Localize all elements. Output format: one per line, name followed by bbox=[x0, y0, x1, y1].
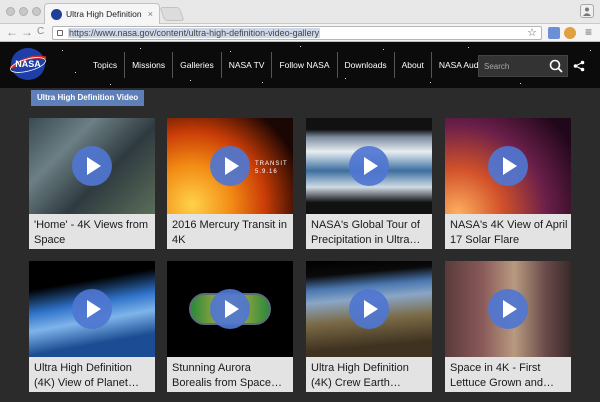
video-card[interactable]: Stunning Aurora Borealis from Space… bbox=[167, 261, 293, 392]
play-icon[interactable] bbox=[488, 289, 528, 329]
video-title[interactable]: Space in 4K - First Lettuce Grown and… bbox=[450, 361, 568, 392]
nav-galleries[interactable]: Galleries bbox=[172, 52, 221, 78]
nav-about[interactable]: About bbox=[393, 52, 431, 78]
new-tab-button[interactable] bbox=[159, 7, 185, 21]
lock-icon bbox=[57, 30, 63, 36]
play-icon[interactable] bbox=[488, 146, 528, 186]
video-card[interactable]: Space in 4K - First Lettuce Grown and… bbox=[445, 261, 571, 392]
video-card[interactable]: 'Home' - 4K Views from Space bbox=[29, 118, 155, 249]
nav-follow-nasa[interactable]: Follow NASA bbox=[271, 52, 336, 78]
play-icon[interactable] bbox=[72, 289, 112, 329]
browser-tab[interactable]: Ultra High Definition Video × bbox=[44, 3, 160, 24]
main-nav: Topics Missions Galleries NASA TV Follow… bbox=[86, 42, 510, 88]
play-icon[interactable] bbox=[349, 289, 389, 329]
profile-icon[interactable] bbox=[580, 4, 594, 18]
video-card[interactable]: TRANSIT 5.9.16 2016 Mercury Transit in 4… bbox=[167, 118, 293, 249]
video-title[interactable]: 'Home' - 4K Views from Space bbox=[34, 218, 152, 249]
nasa-favicon-icon bbox=[51, 8, 62, 20]
address-bar[interactable]: https://www.nasa.gov/content/ultra-high-… bbox=[52, 26, 542, 40]
tab-title: Ultra High Definition Video bbox=[66, 9, 144, 19]
browser-menu-icon[interactable]: ≡ bbox=[585, 25, 592, 39]
video-title[interactable]: 2016 Mercury Transit in 4K bbox=[172, 218, 290, 249]
nasa-logo[interactable]: NASA bbox=[8, 46, 48, 82]
url-text[interactable]: https://www.nasa.gov/content/ultra-high-… bbox=[68, 28, 321, 38]
site-header: NASA Topics Missions Galleries NASA TV F… bbox=[0, 42, 600, 88]
search-icon[interactable] bbox=[545, 55, 567, 77]
nav-downloads[interactable]: Downloads bbox=[336, 52, 394, 78]
play-icon[interactable] bbox=[349, 146, 389, 186]
reload-button[interactable]: C bbox=[37, 25, 44, 39]
nav-topics[interactable]: Topics bbox=[86, 52, 124, 78]
video-card[interactable]: Ultra High Definition (4K) Crew Earth… bbox=[306, 261, 432, 392]
search-box bbox=[478, 55, 568, 77]
window-close-button[interactable] bbox=[6, 7, 15, 16]
browser-tab-bar: Ultra High Definition Video × bbox=[0, 0, 600, 24]
play-icon[interactable] bbox=[210, 146, 250, 186]
video-title[interactable]: Ultra High Definition (4K) Crew Earth… bbox=[311, 361, 429, 392]
window-zoom-button[interactable] bbox=[32, 7, 41, 16]
video-title[interactable]: NASA's Global Tour of Precipitation in U… bbox=[311, 218, 429, 249]
browser-toolbar: ← → C https://www.nasa.gov/content/ultra… bbox=[0, 24, 600, 42]
page-title-badge: Ultra High Definition Video bbox=[31, 90, 145, 106]
search-input[interactable] bbox=[479, 61, 545, 71]
extension-icon[interactable] bbox=[564, 27, 576, 39]
video-title[interactable]: Stunning Aurora Borealis from Space… bbox=[172, 361, 290, 392]
tab-close-icon[interactable]: × bbox=[148, 9, 153, 19]
nav-nasa-tv[interactable]: NASA TV bbox=[220, 52, 272, 78]
extension-icon[interactable] bbox=[548, 27, 560, 39]
forward-button[interactable]: → bbox=[21, 25, 33, 39]
bookmark-star-icon[interactable]: ☆ bbox=[527, 26, 537, 39]
nav-missions[interactable]: Missions bbox=[124, 52, 172, 78]
video-card[interactable]: Ultra High Definition (4K) View of Plane… bbox=[29, 261, 155, 392]
play-icon[interactable] bbox=[72, 146, 112, 186]
video-card[interactable]: NASA's Global Tour of Precipitation in U… bbox=[306, 118, 432, 249]
back-button[interactable]: ← bbox=[6, 25, 18, 39]
thumbnail-overlay-text: TRANSIT 5.9.16 bbox=[255, 161, 288, 175]
share-icon[interactable] bbox=[573, 60, 585, 72]
video-title[interactable]: NASA's 4K View of April 17 Solar Flare bbox=[450, 218, 568, 249]
video-card[interactable]: NASA's 4K View of April 17 Solar Flare bbox=[445, 118, 571, 249]
play-icon[interactable] bbox=[210, 289, 250, 329]
window-minimize-button[interactable] bbox=[19, 7, 28, 16]
video-title[interactable]: Ultra High Definition (4K) View of Plane… bbox=[34, 361, 152, 392]
svg-text:NASA: NASA bbox=[15, 59, 41, 69]
